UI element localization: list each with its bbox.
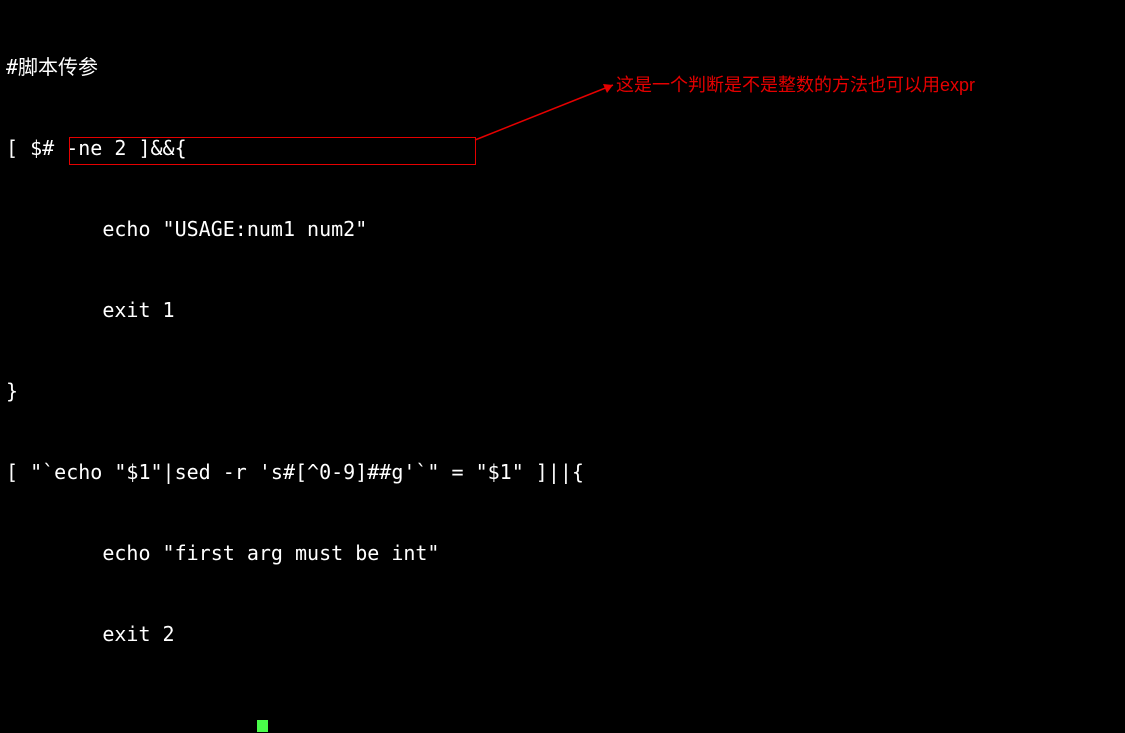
- code-line: echo "USAGE:num1 num2": [6, 216, 1119, 243]
- code-line: [ "`echo "$1"|sed -r 's#[^0-9]##g'`" = "…: [6, 459, 1119, 486]
- code-line: #脚本传参: [6, 54, 1119, 81]
- code-line: echo "first arg must be int": [6, 540, 1119, 567]
- code-line: }: [6, 378, 1119, 405]
- terminal-output[interactable]: #脚本传参 [ $# -ne 2 ]&&{ echo "USAGE:num1 n…: [0, 0, 1125, 733]
- code-line: [6, 702, 1119, 729]
- code-line: exit 1: [6, 297, 1119, 324]
- code-line: exit 2: [6, 621, 1119, 648]
- code-line: [ $# -ne 2 ]&&{: [6, 135, 1119, 162]
- terminal-cursor: [257, 720, 268, 732]
